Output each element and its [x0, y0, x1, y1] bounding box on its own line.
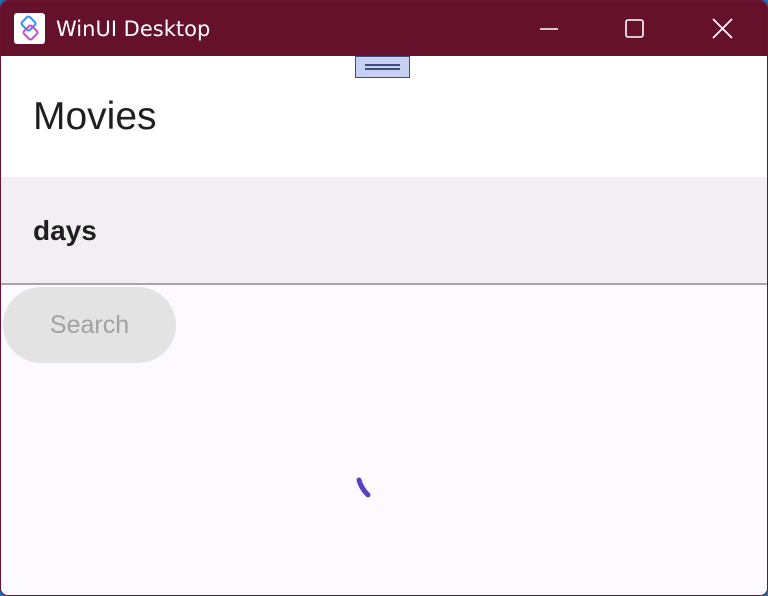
- window-title: WinUI Desktop: [56, 17, 211, 41]
- drag-handle-icon[interactable]: [355, 56, 410, 78]
- page-header: Movies: [1, 56, 767, 177]
- page-content: Movies days Search: [1, 56, 767, 595]
- winui-app-icon: [14, 13, 45, 44]
- search-input[interactable]: days: [1, 177, 767, 285]
- close-button[interactable]: [678, 1, 764, 56]
- search-button[interactable]: Search: [3, 287, 176, 363]
- maximize-icon: [625, 19, 644, 38]
- minimize-button[interactable]: [504, 1, 590, 56]
- page-title: Movies: [33, 95, 157, 138]
- maximize-button[interactable]: [590, 1, 676, 56]
- close-icon: [712, 18, 733, 39]
- minimize-icon: [540, 28, 558, 30]
- title-bar[interactable]: WinUI Desktop: [1, 1, 767, 56]
- progress-ring-icon: [346, 474, 386, 514]
- search-input-value[interactable]: days: [33, 214, 97, 248]
- app-window: WinUI Desktop Movies days Search: [0, 0, 768, 596]
